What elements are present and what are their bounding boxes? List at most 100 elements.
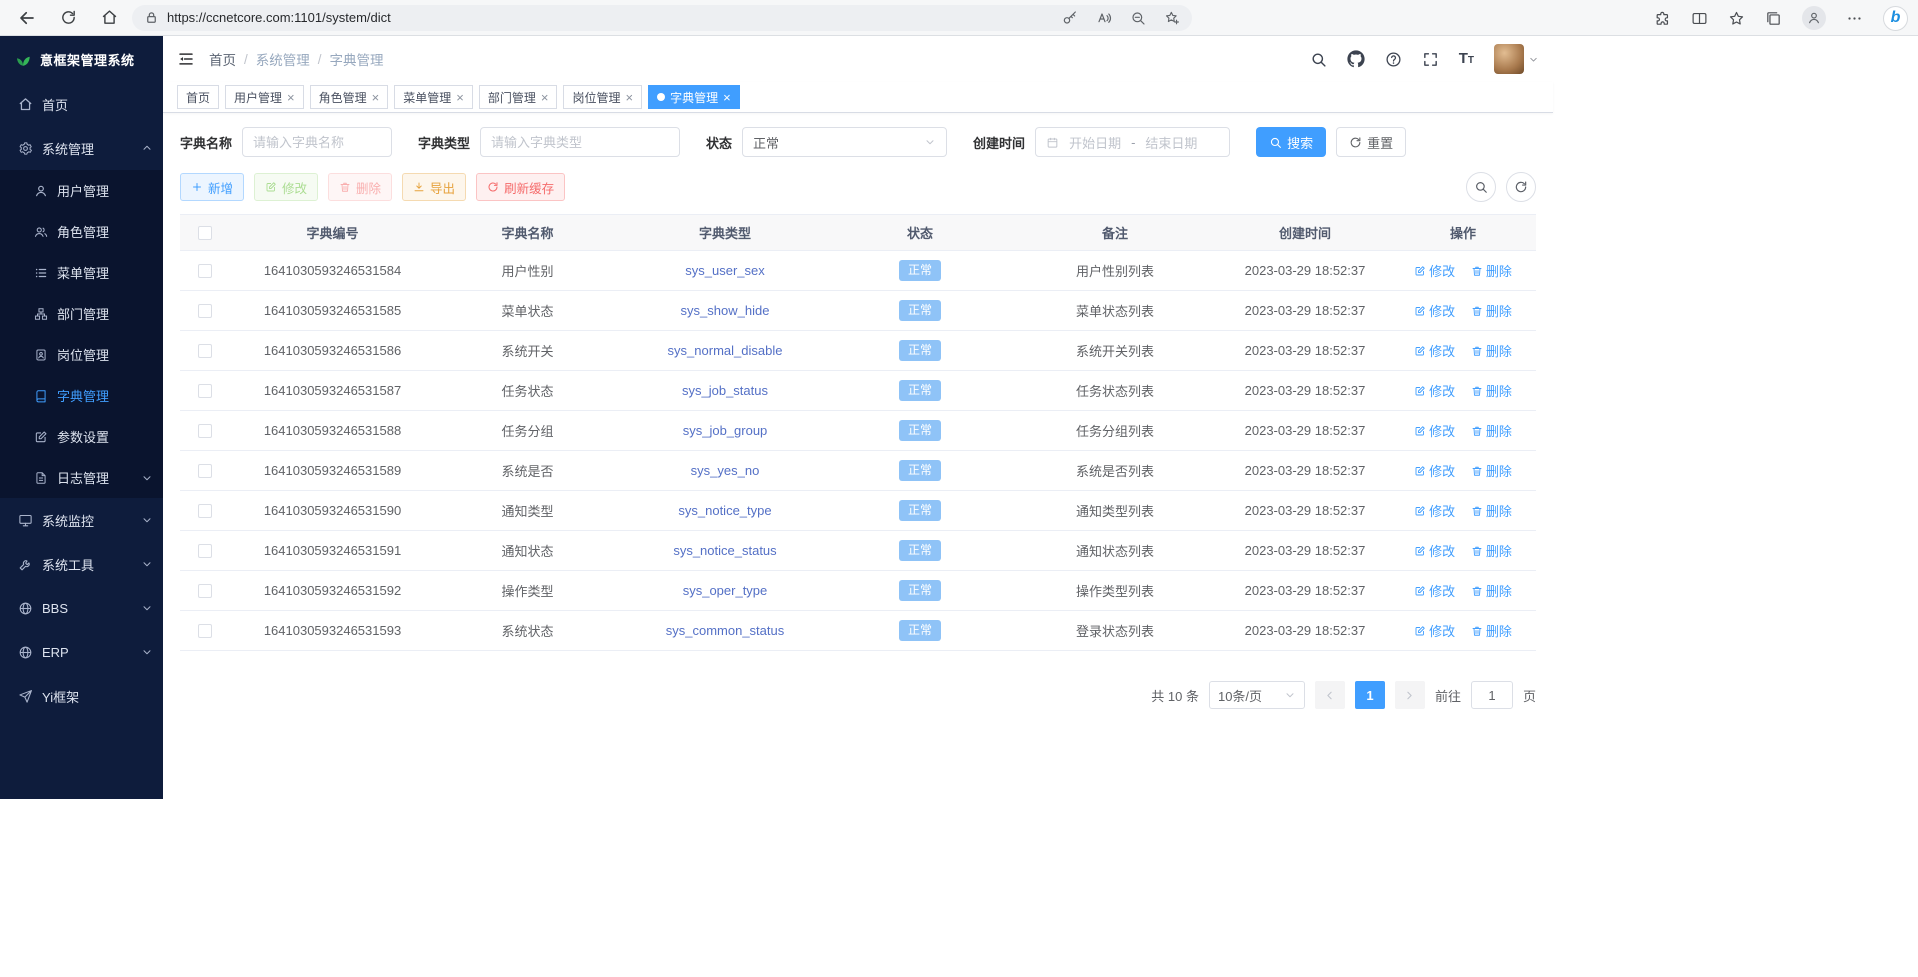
reset-button[interactable]: 重置 bbox=[1336, 127, 1406, 157]
status-select[interactable]: 正常 bbox=[742, 127, 947, 157]
dict-type-link[interactable]: sys_show_hide bbox=[681, 303, 770, 318]
sidebar-item-home[interactable]: 首页 bbox=[0, 82, 163, 126]
tab-departments[interactable]: 部门管理× bbox=[479, 85, 558, 109]
row-checkbox[interactable] bbox=[198, 584, 212, 598]
fullscreen-icon[interactable] bbox=[1422, 51, 1439, 68]
browser-back-icon[interactable] bbox=[18, 9, 36, 27]
sidebar-item-monitoring[interactable]: 系统监控 bbox=[0, 498, 163, 542]
start-date-placeholder[interactable]: 开始日期 bbox=[1069, 133, 1121, 152]
address-bar[interactable]: https://ccnetcore.com:1101/system/dict bbox=[132, 5, 1192, 31]
row-edit-link[interactable]: 修改 bbox=[1414, 261, 1455, 280]
row-edit-link[interactable]: 修改 bbox=[1414, 501, 1455, 520]
search-icon[interactable] bbox=[1310, 51, 1327, 68]
close-icon[interactable]: × bbox=[541, 91, 549, 104]
site-lock-icon[interactable] bbox=[144, 10, 159, 25]
close-icon[interactable]: × bbox=[287, 91, 295, 104]
dict-type-link[interactable]: sys_notice_status bbox=[673, 543, 776, 558]
row-edit-link[interactable]: 修改 bbox=[1414, 301, 1455, 320]
app-logo[interactable]: 意框架管理系统 bbox=[0, 36, 163, 82]
breadcrumb-system[interactable]: 系统管理 bbox=[256, 49, 310, 69]
zoom-out-icon[interactable] bbox=[1130, 10, 1146, 26]
dict-type-link[interactable]: sys_normal_disable bbox=[668, 343, 783, 358]
row-edit-link[interactable]: 修改 bbox=[1414, 621, 1455, 640]
close-icon[interactable]: × bbox=[625, 91, 633, 104]
github-icon[interactable] bbox=[1347, 50, 1365, 68]
sidebar-item-logs[interactable]: 日志管理 bbox=[0, 457, 163, 498]
row-delete-link[interactable]: 删除 bbox=[1471, 421, 1512, 440]
dict-type-link[interactable]: sys_job_group bbox=[683, 423, 768, 438]
row-edit-link[interactable]: 修改 bbox=[1414, 461, 1455, 480]
row-delete-link[interactable]: 删除 bbox=[1471, 341, 1512, 360]
row-edit-link[interactable]: 修改 bbox=[1414, 581, 1455, 600]
row-edit-link[interactable]: 修改 bbox=[1414, 541, 1455, 560]
user-menu[interactable] bbox=[1494, 44, 1539, 74]
sidebar-item-erp[interactable]: ERP bbox=[0, 630, 163, 674]
add-favorite-icon[interactable] bbox=[1164, 10, 1180, 26]
bing-icon[interactable]: b bbox=[1883, 6, 1908, 31]
favorites-icon[interactable] bbox=[1728, 10, 1745, 27]
close-icon[interactable]: × bbox=[723, 91, 731, 104]
sidebar-toggle-icon[interactable] bbox=[177, 50, 195, 68]
dict-type-input[interactable] bbox=[480, 127, 680, 157]
sidebar-item-system[interactable]: 系统管理 bbox=[0, 126, 163, 170]
sidebar-item-bbs[interactable]: BBS bbox=[0, 586, 163, 630]
row-delete-link[interactable]: 删除 bbox=[1471, 581, 1512, 600]
sidebar-item-dictionary[interactable]: 字典管理 bbox=[0, 375, 163, 416]
sidebar-item-users[interactable]: 用户管理 bbox=[0, 170, 163, 211]
search-button[interactable]: 搜索 bbox=[1256, 127, 1326, 157]
sidebar-item-menus[interactable]: 菜单管理 bbox=[0, 252, 163, 293]
tab-users[interactable]: 用户管理× bbox=[225, 85, 304, 109]
row-checkbox[interactable] bbox=[198, 544, 212, 558]
date-range-picker[interactable]: 开始日期 - 结束日期 bbox=[1035, 127, 1230, 157]
extensions-icon[interactable] bbox=[1654, 10, 1671, 27]
read-aloud-icon[interactable] bbox=[1096, 10, 1112, 26]
avatar[interactable] bbox=[1494, 44, 1524, 74]
end-date-placeholder[interactable]: 结束日期 bbox=[1145, 133, 1197, 152]
browser-profile-avatar[interactable] bbox=[1802, 6, 1826, 30]
dict-type-link[interactable]: sys_yes_no bbox=[691, 463, 760, 478]
tab-positions[interactable]: 岗位管理× bbox=[563, 85, 642, 109]
dict-type-link[interactable]: sys_job_status bbox=[682, 383, 768, 398]
help-icon[interactable] bbox=[1385, 51, 1402, 68]
collections-icon[interactable] bbox=[1765, 10, 1782, 27]
refresh-cache-button[interactable]: 刷新缓存 bbox=[476, 173, 565, 201]
password-key-icon[interactable] bbox=[1062, 10, 1078, 26]
prev-page-button[interactable] bbox=[1315, 681, 1345, 709]
font-size-icon[interactable]: TT bbox=[1459, 50, 1474, 68]
current-page-button[interactable]: 1 bbox=[1355, 681, 1385, 709]
tab-menus[interactable]: 菜单管理× bbox=[394, 85, 473, 109]
row-checkbox[interactable] bbox=[198, 384, 212, 398]
row-edit-link[interactable]: 修改 bbox=[1414, 421, 1455, 440]
add-button[interactable]: 新增 bbox=[180, 173, 244, 201]
row-delete-link[interactable]: 删除 bbox=[1471, 261, 1512, 280]
row-checkbox[interactable] bbox=[198, 464, 212, 478]
delete-button[interactable]: 删除 bbox=[328, 173, 392, 201]
dict-name-input[interactable] bbox=[242, 127, 392, 157]
tab-dictionary[interactable]: 字典管理× bbox=[648, 85, 740, 109]
split-screen-icon[interactable] bbox=[1691, 10, 1708, 27]
close-icon[interactable]: × bbox=[456, 91, 464, 104]
url-text[interactable]: https://ccnetcore.com:1101/system/dict bbox=[167, 10, 1062, 25]
sidebar-item-tools[interactable]: 系统工具 bbox=[0, 542, 163, 586]
close-icon[interactable]: × bbox=[372, 91, 380, 104]
sidebar-item-yi-framework[interactable]: Yi框架 bbox=[0, 674, 163, 718]
sidebar-item-positions[interactable]: 岗位管理 bbox=[0, 334, 163, 375]
sidebar-item-departments[interactable]: 部门管理 bbox=[0, 293, 163, 334]
goto-page-input[interactable] bbox=[1471, 681, 1513, 709]
row-delete-link[interactable]: 删除 bbox=[1471, 301, 1512, 320]
browser-home-icon[interactable] bbox=[101, 9, 118, 26]
select-all-checkbox[interactable] bbox=[198, 226, 212, 240]
row-checkbox[interactable] bbox=[198, 424, 212, 438]
refresh-table-button[interactable] bbox=[1506, 172, 1536, 202]
row-edit-link[interactable]: 修改 bbox=[1414, 341, 1455, 360]
browser-menu-icon[interactable] bbox=[1846, 10, 1863, 27]
row-checkbox[interactable] bbox=[198, 624, 212, 638]
row-delete-link[interactable]: 删除 bbox=[1471, 541, 1512, 560]
sidebar-item-roles[interactable]: 角色管理 bbox=[0, 211, 163, 252]
row-checkbox[interactable] bbox=[198, 344, 212, 358]
export-button[interactable]: 导出 bbox=[402, 173, 466, 201]
row-delete-link[interactable]: 删除 bbox=[1471, 381, 1512, 400]
page-size-select[interactable]: 10条/页 bbox=[1209, 681, 1305, 709]
row-checkbox[interactable] bbox=[198, 504, 212, 518]
sidebar-item-parameters[interactable]: 参数设置 bbox=[0, 416, 163, 457]
